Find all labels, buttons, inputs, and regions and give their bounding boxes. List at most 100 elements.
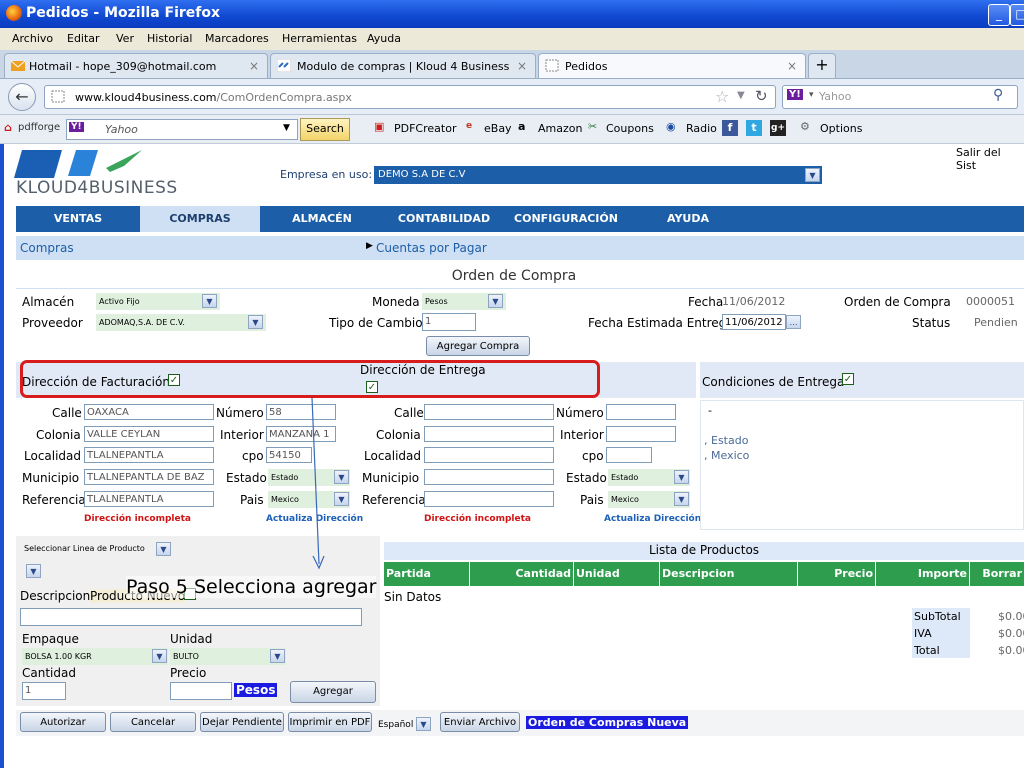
toolbar-ebay[interactable]: eBay bbox=[484, 122, 512, 135]
chevron-down-icon[interactable]: ▼ bbox=[248, 315, 263, 329]
dejar-pendiente-button[interactable]: Dejar Pendiente bbox=[200, 712, 284, 732]
entrega-colonia-input[interactable] bbox=[424, 426, 554, 442]
moneda-value: Pesos bbox=[425, 297, 448, 306]
colonia-input[interactable]: VALLE CEYLAN bbox=[84, 426, 214, 442]
autorizar-button[interactable]: Autorizar bbox=[20, 712, 106, 732]
url-bar[interactable]: www.kloud4business.com/ComOrdenCompra.as… bbox=[44, 85, 776, 109]
chevron-down-icon[interactable]: ▼ bbox=[152, 649, 167, 663]
url-dropdown-icon[interactable]: ▼ bbox=[737, 90, 745, 101]
entrega-numero-input[interactable] bbox=[606, 404, 676, 420]
imprimir-pdf-button[interactable]: Imprimir en PDF bbox=[288, 712, 372, 732]
menu-ver[interactable]: Ver bbox=[116, 32, 134, 45]
twitter-icon[interactable]: t bbox=[746, 120, 762, 136]
toolbar-search-input[interactable]: Y! Yahoo ▼ bbox=[66, 119, 298, 140]
localidad-label: Localidad bbox=[24, 449, 82, 463]
toolbar-search-button[interactable]: Search bbox=[300, 118, 350, 141]
tab-hotmail[interactable]: Hotmail - hope_309@hotmail.com × bbox=[4, 53, 268, 78]
menu-ayuda[interactable]: Ayuda bbox=[367, 32, 401, 45]
nav-contabilidad[interactable]: CONTABILIDAD bbox=[384, 206, 504, 232]
entrega-calle-input[interactable] bbox=[424, 404, 554, 420]
tab-modulo-compras[interactable]: Modulo de compras | Kloud 4 Business × bbox=[270, 53, 536, 78]
entrega-referencia-input[interactable] bbox=[424, 491, 554, 507]
empresa-select[interactable]: DEMO S.A DE C.V ▼ bbox=[374, 166, 822, 184]
chevron-down-icon[interactable]: ▼ bbox=[488, 294, 503, 308]
fecha-entrega-input[interactable]: 11/06/2012 bbox=[722, 314, 786, 330]
bookmark-star-icon[interactable]: ☆ bbox=[715, 87, 729, 106]
orden-nueva-link[interactable]: Orden de Compras Nueva bbox=[526, 716, 689, 729]
yahoo-logo-icon[interactable]: Y! bbox=[787, 89, 803, 100]
calle-input[interactable]: OAXACA bbox=[84, 404, 214, 420]
toolbar-pdfcreator[interactable]: PDFCreator bbox=[394, 122, 456, 135]
yahoo-search-box[interactable]: Y! ▾ Yahoo ⚲ bbox=[782, 85, 1018, 109]
condiciones-checkbox[interactable]: ✓ bbox=[842, 373, 854, 385]
nav-ayuda[interactable]: AYUDA bbox=[628, 206, 748, 232]
unidad-select[interactable]: BULTO bbox=[170, 648, 286, 665]
cancelar-button[interactable]: Cancelar bbox=[110, 712, 196, 732]
breadcrumb-cuentas-pagar[interactable]: Cuentas por Pagar bbox=[376, 241, 487, 255]
close-icon[interactable]: × bbox=[787, 59, 797, 73]
entrega-interior-input[interactable] bbox=[606, 426, 676, 442]
agregar-compra-button[interactable]: Agregar Compra bbox=[426, 336, 530, 356]
calendar-icon[interactable]: … bbox=[786, 315, 801, 329]
minimize-button[interactable]: _ bbox=[988, 4, 1010, 26]
localidad-input[interactable]: TLALNEPANTLA bbox=[84, 447, 214, 463]
tipo-cambio-input[interactable]: 1 bbox=[422, 313, 476, 331]
breadcrumb-compras[interactable]: Compras bbox=[20, 241, 74, 255]
nav-compras[interactable]: COMPRAS bbox=[140, 206, 260, 232]
menu-historial[interactable]: Historial bbox=[147, 32, 192, 45]
chevron-down-icon[interactable]: ▼ bbox=[202, 294, 217, 308]
municipio-input[interactable]: TLALNEPANTLA DE BAZ bbox=[84, 469, 214, 485]
close-icon[interactable]: × bbox=[249, 59, 259, 73]
facebook-icon[interactable]: f bbox=[722, 120, 738, 136]
menu-archivo[interactable]: Archivo bbox=[12, 32, 53, 45]
proveedor-select[interactable]: ADOMAQ,S.A. DE C.V. bbox=[96, 314, 266, 331]
estado-value: Estado bbox=[271, 473, 299, 482]
menu-marcadores[interactable]: Marcadores bbox=[205, 32, 269, 45]
empaque-select[interactable]: BOLSA 1.00 KGR bbox=[22, 648, 168, 665]
toolbar-amazon[interactable]: Amazon bbox=[538, 122, 582, 135]
logout-link[interactable]: Salir del Sist bbox=[956, 146, 1024, 172]
chevron-down-icon[interactable]: ▼ bbox=[334, 470, 349, 484]
annotation-caption: Paso 5 Selecciona agregar bbox=[126, 576, 377, 598]
google-plus-icon[interactable]: g+ bbox=[770, 120, 786, 136]
chevron-down-icon[interactable]: ▼ bbox=[156, 542, 171, 556]
page-identity-icon[interactable] bbox=[51, 90, 65, 103]
toolbar-radio[interactable]: Radio bbox=[686, 122, 717, 135]
reload-icon[interactable]: ↻ bbox=[755, 87, 768, 105]
maximize-button[interactable]: □ bbox=[1010, 4, 1024, 26]
entrega-localidad-input[interactable] bbox=[424, 447, 554, 463]
nav-configuracion[interactable]: CONFIGURACIÓN bbox=[504, 206, 628, 232]
chevron-down-icon[interactable]: ▼ bbox=[416, 717, 431, 731]
enviar-archivo-button[interactable]: Enviar Archivo bbox=[440, 712, 520, 732]
close-icon[interactable]: × bbox=[517, 59, 527, 73]
proveedor-value: ADOMAQ,S.A. DE C.V. bbox=[99, 318, 185, 327]
chevron-down-icon[interactable]: ▼ bbox=[334, 492, 349, 506]
proveedor-label: Proveedor bbox=[22, 316, 83, 330]
chevron-down-icon[interactable]: ▼ bbox=[674, 492, 689, 506]
descripcion-input[interactable] bbox=[20, 608, 362, 626]
referencia-input[interactable]: TLALNEPANTLA bbox=[84, 491, 214, 507]
tab-pedidos[interactable]: Pedidos × bbox=[538, 53, 806, 78]
back-arrow-icon[interactable]: ← bbox=[8, 83, 36, 111]
chevron-down-icon[interactable]: ▼ bbox=[270, 649, 285, 663]
menu-editar[interactable]: Editar bbox=[67, 32, 100, 45]
toolbar-coupons[interactable]: Coupons bbox=[606, 122, 654, 135]
nav-almacen[interactable]: ALMACÉN bbox=[260, 206, 384, 232]
new-tab-button[interactable]: + bbox=[808, 53, 836, 78]
entrega-municipio-input[interactable] bbox=[424, 469, 554, 485]
chevron-down-icon[interactable]: ▼ bbox=[805, 168, 820, 182]
chevron-down-icon[interactable]: ▼ bbox=[283, 123, 290, 133]
idioma-value[interactable]: Español bbox=[378, 720, 413, 730]
menu-herramientas[interactable]: Herramientas bbox=[282, 32, 357, 45]
entrega-actualiza-link[interactable]: Actualiza Dirección bbox=[604, 514, 701, 524]
entrega-cpo-input[interactable] bbox=[606, 447, 652, 463]
chevron-down-icon[interactable]: ▼ bbox=[26, 564, 41, 578]
agregar-button[interactable]: Agregar bbox=[290, 681, 376, 703]
nav-ventas[interactable]: VENTAS bbox=[16, 206, 140, 232]
toolbar-options[interactable]: Options bbox=[820, 122, 862, 135]
chevron-down-icon[interactable]: ▼ bbox=[674, 470, 689, 484]
search-icon[interactable]: ⚲ bbox=[993, 87, 1003, 103]
chevron-down-icon[interactable]: ▾ bbox=[809, 90, 814, 100]
cantidad-input[interactable]: 1 bbox=[22, 682, 66, 700]
precio-input[interactable] bbox=[170, 682, 232, 700]
